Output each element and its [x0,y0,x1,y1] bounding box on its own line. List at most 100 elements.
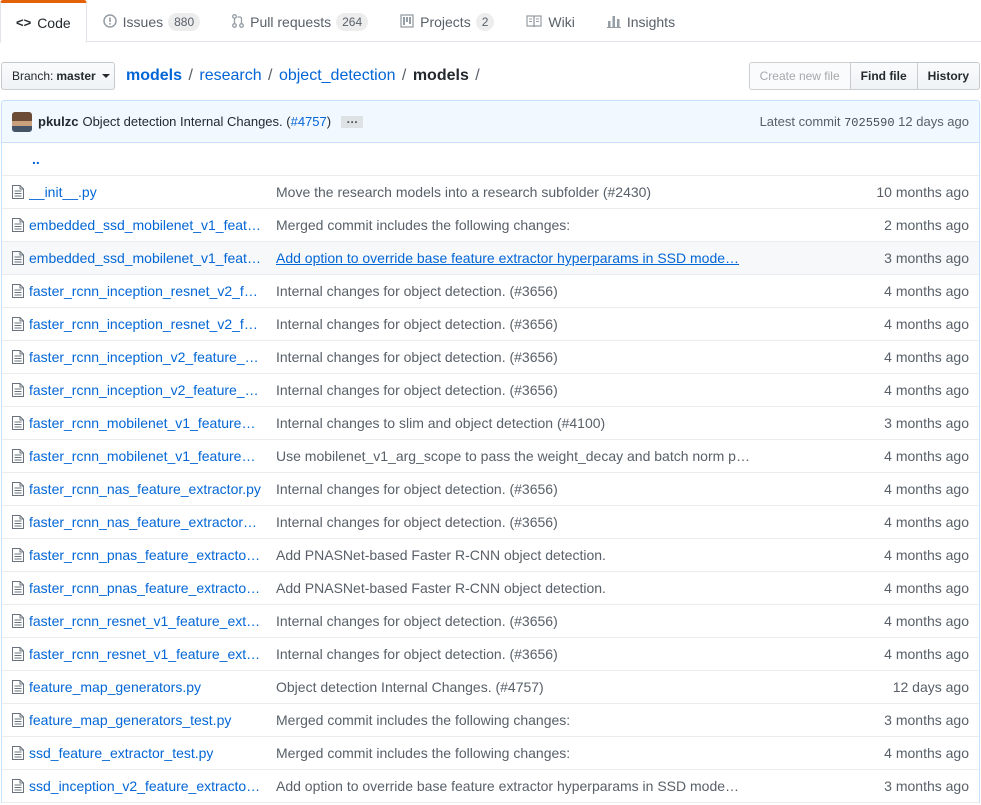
file-name-link[interactable]: ssd_inception_v2_feature_extractor.py [29,778,262,794]
file-commit-message[interactable]: Use mobilenet_v1_arg_scope to pass the w… [276,448,756,464]
file-row[interactable]: faster_rcnn_pnas_feature_extractor_… Add … [2,572,979,605]
file-name-link[interactable]: faster_rcnn_nas_feature_extractor.py [29,481,262,497]
file-row[interactable]: feature_map_generators_test.py Merged com… [2,704,979,737]
file-name-link[interactable]: embedded_ssd_mobilenet_v1_featu… [29,217,262,233]
breadcrumb-separator: / [470,67,480,84]
file-commit-message[interactable]: Move the research models into a research… [276,184,756,200]
file-commit-message[interactable]: Merged commit includes the following cha… [276,217,756,233]
file-row[interactable]: faster_rcnn_nas_feature_extractor.py Inte… [2,473,979,506]
file-age: 3 months ago [884,778,969,794]
file-name-link[interactable]: faster_rcnn_inception_resnet_v2_fea… [29,316,262,332]
file-row[interactable]: feature_map_generators.py Object detectio… [2,671,979,704]
file-name-link[interactable]: faster_rcnn_inception_v2_feature_ex… [29,349,262,365]
commit-sha-link[interactable]: 7025590 [844,116,894,130]
file-commit-message[interactable]: Object detection Internal Changes. (#475… [276,679,756,695]
tab-wiki[interactable]: Wiki [510,0,590,42]
file-icon [12,218,24,232]
branch-select-button[interactable]: Branch: master [1,62,115,90]
create-new-file-button[interactable]: Create new file [748,62,851,90]
file-commit-message[interactable]: Internal changes for object detection. (… [276,349,756,365]
file-name-link[interactable]: feature_map_generators.py [29,679,262,695]
file-icon [12,614,24,628]
file-name-link[interactable]: faster_rcnn_mobilenet_v1_feature_e… [29,448,262,464]
file-row[interactable]: faster_rcnn_mobilenet_v1_feature_e… Inter… [2,407,979,440]
file-row[interactable]: __init__.py Move the research models into… [2,176,979,209]
file-row[interactable]: faster_rcnn_inception_resnet_v2_fea… Inte… [2,308,979,341]
file-age: 4 months ago [884,646,969,662]
file-age: 4 months ago [884,316,969,332]
tab-code[interactable]: <> Code [0,0,87,43]
commit-message[interactable]: Object detection Internal Changes. (#475… [82,114,331,129]
tab-insights[interactable]: Insights [591,0,691,42]
file-name-link[interactable]: faster_rcnn_nas_feature_extractor_te… [29,514,262,530]
file-name-link[interactable]: faster_rcnn_resnet_v1_feature_extra… [29,613,262,629]
file-name-link[interactable]: feature_map_generators_test.py [29,712,262,728]
file-icon [12,548,24,562]
file-commit-message[interactable]: Internal changes for object detection. (… [276,382,756,398]
file-row[interactable]: faster_rcnn_resnet_v1_feature_extra… Inte… [2,605,979,638]
tab-issues-label: Issues [122,14,164,30]
commit-pr-link[interactable]: #4757 [291,114,327,129]
file-name-link[interactable]: __init__.py [29,184,262,200]
tab-code-label: Code [37,14,71,31]
book-icon [526,14,542,31]
file-row[interactable]: faster_rcnn_inception_v2_feature_ex… Inte… [2,374,979,407]
file-name-link[interactable]: faster_rcnn_mobilenet_v1_feature_e… [29,415,262,431]
file-icon [12,350,24,364]
file-name-link[interactable]: faster_rcnn_resnet_v1_feature_extra… [29,646,262,662]
file-name-link[interactable]: embedded_ssd_mobilenet_v1_featu… [29,250,262,266]
file-commit-message[interactable]: Internal changes for object detection. (… [276,646,756,662]
file-name-link[interactable]: faster_rcnn_inception_v2_feature_ex… [29,382,262,398]
avatar[interactable] [12,111,32,132]
breadcrumb-link-research[interactable]: research [199,67,261,84]
file-commit-message[interactable]: Merged commit includes the following cha… [276,745,756,761]
file-commit-message[interactable]: Add PNASNet-based Faster R-CNN object de… [276,547,756,563]
file-commit-message[interactable]: Add PNASNet-based Faster R-CNN object de… [276,580,756,596]
file-commit-message[interactable]: Internal changes to slim and object dete… [276,415,756,431]
file-age: 4 months ago [884,613,969,629]
file-icon [12,680,24,694]
file-row[interactable]: faster_rcnn_nas_feature_extractor_te… Int… [2,506,979,539]
commit-author-link[interactable]: pkulzc [38,114,78,129]
tab-issues[interactable]: Issues 880 [87,0,217,42]
file-row[interactable]: faster_rcnn_resnet_v1_feature_extra… Inte… [2,638,979,671]
file-commit-message[interactable]: Merged commit includes the following cha… [276,712,756,728]
file-row[interactable]: faster_rcnn_mobilenet_v1_feature_e… Use m… [2,440,979,473]
file-icon [12,482,24,496]
tab-pull-requests[interactable]: Pull requests 264 [216,0,384,42]
file-icon [12,449,24,463]
file-commit-message[interactable]: Add option to override base feature extr… [276,250,756,266]
file-row[interactable]: ssd_inception_v2_feature_extractor.py Add… [2,770,979,803]
file-commit-message[interactable]: Internal changes for object detection. (… [276,514,756,530]
file-commit-message[interactable]: Internal changes for object detection. (… [276,316,756,332]
parent-directory-link[interactable]: .. [32,151,40,167]
parent-directory-row[interactable]: .. [2,142,979,176]
projects-count-badge: 2 [475,13,495,31]
graph-icon [606,14,621,31]
file-icon [12,713,24,727]
file-icon [12,416,24,430]
file-commit-message[interactable]: Internal changes for object detection. (… [276,481,756,497]
repo-nav-tabs: <> Code Issues 880 Pull requests 264 Pro… [0,0,981,43]
file-commit-message[interactable]: Add option to override base feature extr… [276,778,756,794]
file-commit-message[interactable]: Internal changes for object detection. (… [276,613,756,629]
expand-commit-message-button[interactable]: … [341,113,364,128]
file-age: 3 months ago [884,250,969,266]
file-name-link[interactable]: faster_rcnn_pnas_feature_extractor.py [29,547,262,563]
file-commit-message[interactable]: Internal changes for object detection. (… [276,283,756,299]
file-row[interactable]: faster_rcnn_inception_resnet_v2_fea… Inte… [2,275,979,308]
file-row[interactable]: faster_rcnn_pnas_feature_extractor.py Add… [2,539,979,572]
file-name-link[interactable]: ssd_feature_extractor_test.py [29,745,262,761]
latest-commit-info: Latest commit 7025590 12 days ago [760,114,969,130]
file-row[interactable]: embedded_ssd_mobilenet_v1_featu… Add opti… [2,242,979,275]
history-button[interactable]: History [916,62,980,90]
breadcrumb-root-link[interactable]: models [126,67,182,84]
file-row[interactable]: ssd_feature_extractor_test.py Merged comm… [2,737,979,770]
file-name-link[interactable]: faster_rcnn_inception_resnet_v2_fea… [29,283,262,299]
breadcrumb-link-object-detection[interactable]: object_detection [279,67,396,84]
find-file-button[interactable]: Find file [849,62,918,90]
file-name-link[interactable]: faster_rcnn_pnas_feature_extractor_… [29,580,262,596]
file-row[interactable]: embedded_ssd_mobilenet_v1_featu… Merged c… [2,209,979,242]
tab-projects[interactable]: Projects 2 [384,0,510,42]
file-row[interactable]: faster_rcnn_inception_v2_feature_ex… Inte… [2,341,979,374]
